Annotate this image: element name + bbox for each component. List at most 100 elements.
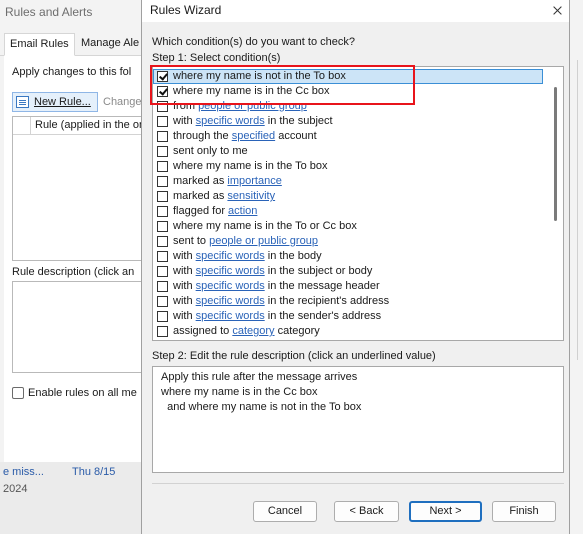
condition-row[interactable]: where my name is in the To or Cc box: [153, 219, 543, 234]
rule-description-label: Rule description (click an: [12, 266, 135, 278]
condition-text: with: [173, 295, 196, 307]
close-icon[interactable]: [545, 0, 569, 22]
condition-row[interactable]: assigned to category category: [153, 324, 543, 339]
rule-description-box[interactable]: [12, 281, 145, 373]
condition-label: marked as importance: [173, 175, 282, 187]
condition-checkbox[interactable]: [157, 191, 168, 202]
condition-checkbox[interactable]: [157, 146, 168, 157]
condition-text: where my name is in the To or Cc box: [173, 220, 357, 232]
condition-link[interactable]: specific words: [196, 115, 265, 127]
condition-link[interactable]: importance: [227, 175, 281, 187]
condition-text: in the subject: [264, 115, 333, 127]
mail-subject: e miss...: [3, 466, 44, 478]
scrollbar-thumb[interactable]: [554, 87, 557, 221]
condition-row[interactable]: with specific words in the body: [153, 249, 543, 264]
condition-link[interactable]: specified: [232, 130, 275, 142]
condition-checkbox[interactable]: [157, 296, 168, 307]
condition-text: with: [173, 280, 196, 292]
condition-row[interactable]: marked as importance: [153, 174, 543, 189]
condition-link[interactable]: action: [228, 205, 257, 217]
tab-manage-alerts[interactable]: Manage Ale: [76, 33, 144, 54]
condition-row[interactable]: with specific words in the recipient's a…: [153, 294, 543, 309]
wizard-title: Rules Wizard: [150, 3, 222, 17]
condition-text: with: [173, 310, 196, 322]
condition-text: in the subject or body: [264, 265, 373, 277]
condition-label: with specific words in the body: [173, 250, 322, 262]
description-line: where my name is in the Cc box: [161, 386, 318, 398]
condition-label: with specific words in the sender's addr…: [173, 310, 381, 322]
condition-row[interactable]: sent to people or public group: [153, 234, 543, 249]
change-rule-button[interactable]: Change: [103, 96, 142, 108]
condition-label: with specific words in the subject or bo…: [173, 265, 372, 277]
rule-description-editor[interactable]: Apply this rule after the message arrive…: [152, 366, 564, 473]
back-button[interactable]: < Back: [334, 501, 399, 522]
condition-checkbox[interactable]: [157, 251, 168, 262]
condition-row[interactable]: where my name is in the To box: [153, 159, 543, 174]
rules-list[interactable]: Rule (applied in the ord: [12, 116, 149, 261]
rules-list-column-header[interactable]: Rule (applied in the ord: [35, 119, 149, 131]
condition-link[interactable]: specific words: [196, 250, 265, 262]
enable-rules-checkbox[interactable]: [12, 387, 24, 399]
condition-row[interactable]: through the specified account: [153, 129, 543, 144]
condition-text: flagged for: [173, 205, 229, 217]
next-button[interactable]: Next >: [409, 501, 482, 522]
condition-label: marked as sensitivity: [173, 190, 275, 202]
condition-checkbox[interactable]: [157, 266, 168, 277]
condition-text: sent to: [173, 235, 210, 247]
condition-link[interactable]: sensitivity: [227, 190, 275, 202]
condition-text: sent only to me: [173, 145, 248, 157]
condition-label: through the specified account: [173, 130, 317, 142]
condition-text: through the: [173, 130, 232, 142]
condition-link[interactable]: specific words: [196, 310, 265, 322]
condition-link[interactable]: specific words: [196, 295, 265, 307]
condition-link[interactable]: specific words: [196, 280, 265, 292]
condition-checkbox[interactable]: [157, 116, 168, 127]
background-divider: [577, 60, 578, 360]
conditions-scrollbar[interactable]: [551, 67, 561, 340]
apply-changes-label: Apply changes to this fol: [12, 66, 132, 78]
condition-checkbox[interactable]: [157, 311, 168, 322]
new-rule-icon: [16, 96, 29, 108]
condition-label: sent only to me: [173, 145, 248, 157]
condition-link[interactable]: specific words: [196, 265, 265, 277]
condition-link[interactable]: people or public group: [209, 235, 318, 247]
condition-text: in the recipient's address: [264, 295, 390, 307]
condition-row[interactable]: marked as sensitivity: [153, 189, 543, 204]
condition-row[interactable]: with specific words in the sender's addr…: [153, 309, 543, 324]
condition-checkbox[interactable]: [157, 281, 168, 292]
condition-text: account: [275, 130, 317, 142]
rules-and-alerts-title: Rules and Alerts: [5, 5, 93, 19]
tab-email-rules[interactable]: Email Rules: [4, 33, 75, 56]
description-line: Apply this rule after the message arrive…: [161, 371, 358, 383]
condition-checkbox[interactable]: [157, 236, 168, 247]
condition-text: category: [274, 325, 320, 337]
condition-checkbox[interactable]: [157, 176, 168, 187]
condition-checkbox[interactable]: [157, 326, 168, 337]
mail-date: Thu 8/15: [72, 466, 116, 478]
condition-row[interactable]: with specific words in the message heade…: [153, 279, 543, 294]
condition-checkbox[interactable]: [157, 161, 168, 172]
condition-text: assigned to: [173, 325, 233, 337]
condition-label: flagged for action: [173, 205, 257, 217]
new-rule-button[interactable]: New Rule...: [12, 92, 98, 112]
condition-row[interactable]: sent only to me: [153, 144, 543, 159]
cancel-button[interactable]: Cancel: [253, 501, 317, 522]
condition-label: assigned to category category: [173, 325, 320, 337]
condition-checkbox[interactable]: [157, 131, 168, 142]
condition-row[interactable]: flagged for action: [153, 204, 543, 219]
condition-row[interactable]: with specific words in the subject or bo…: [153, 264, 543, 279]
conditions-list[interactable]: where my name is not in the To box where …: [152, 66, 564, 341]
new-rule-label: New Rule...: [34, 96, 91, 108]
step2-label: Step 2: Edit the rule description (click…: [152, 350, 436, 362]
condition-link[interactable]: category: [232, 325, 274, 337]
condition-checkbox[interactable]: [157, 206, 168, 217]
condition-label: where my name is in the To or Cc box: [173, 220, 357, 232]
step1-label: Step 1: Select condition(s): [152, 52, 281, 64]
condition-text: marked as: [173, 190, 228, 202]
finish-button[interactable]: Finish: [492, 501, 556, 522]
condition-label: sent to people or public group: [173, 235, 318, 247]
condition-row[interactable]: with specific words in the subject: [153, 114, 543, 129]
highlight-box: [150, 65, 415, 105]
condition-checkbox[interactable]: [157, 221, 168, 232]
rules-tabs: Email Rules Manage Ale: [0, 33, 145, 56]
